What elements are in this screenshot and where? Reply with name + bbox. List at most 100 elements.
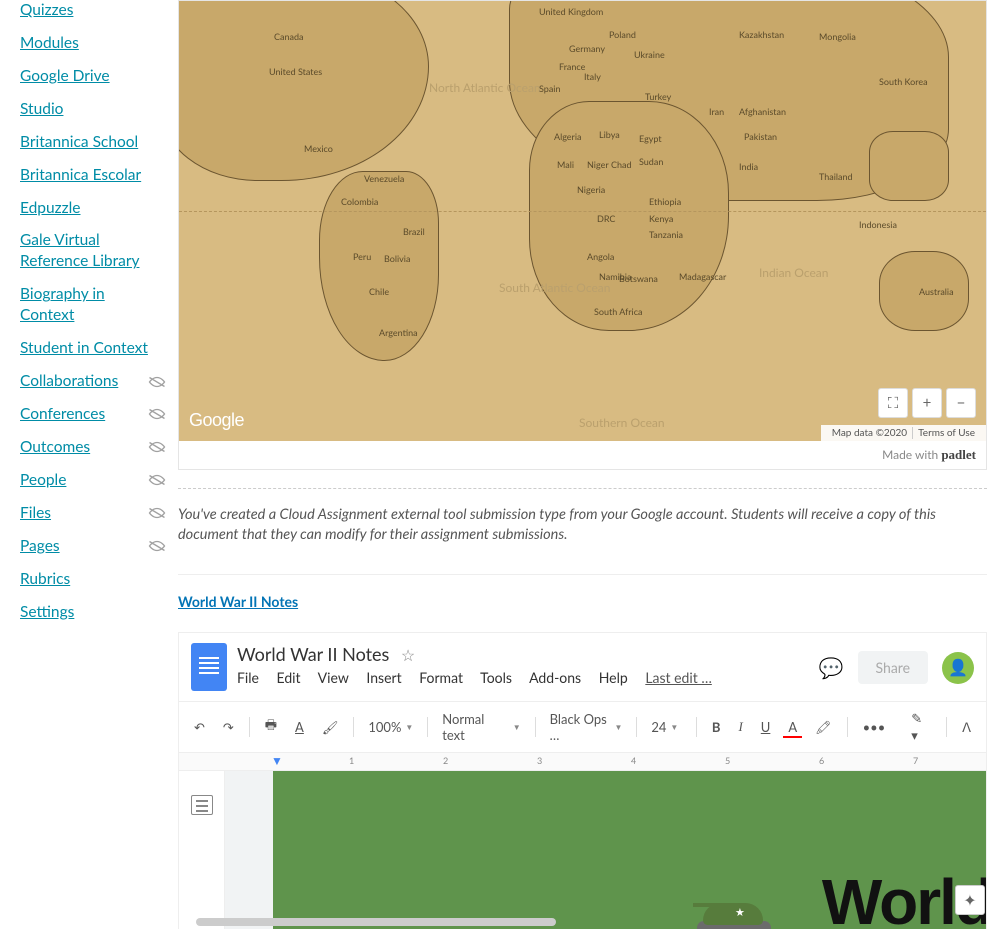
collapse-toolbar-icon[interactable]: ᐱ	[957, 716, 976, 739]
country-label: Italy	[584, 71, 601, 82]
sidebar-item-pages[interactable]: Pages	[20, 536, 60, 557]
sidebar-item-people[interactable]: People	[20, 470, 66, 491]
ocean-label: South Atlantic Ocean	[499, 281, 610, 295]
outline-icon	[191, 795, 213, 815]
more-button[interactable]: •••	[858, 716, 891, 738]
feedback-button[interactable]: ✦	[955, 885, 985, 915]
sidebar-item-britannica-escolar[interactable]: Britannica Escolar	[20, 165, 141, 186]
underline-button[interactable]: U	[756, 716, 776, 738]
editing-mode-button[interactable]: ✎ ▾	[906, 707, 936, 747]
sidebar-item-settings[interactable]: Settings	[20, 602, 74, 623]
terms-link[interactable]: Terms of Use	[912, 427, 980, 439]
country-label: Madagascar	[679, 271, 726, 282]
hidden-icon	[148, 506, 166, 520]
country-label: Peru	[353, 251, 371, 262]
country-label: France	[559, 61, 585, 72]
country-label: Iran	[709, 106, 724, 117]
country-label: Venezuela	[364, 173, 404, 184]
country-label: Chad	[611, 159, 632, 170]
world-map[interactable]: North Atlantic Ocean South Atlantic Ocea…	[179, 1, 986, 441]
style-dropdown[interactable]: Normal text▼	[438, 709, 524, 745]
map-fullscreen-button[interactable]: ⛶	[878, 388, 908, 418]
country-label: Argentina	[379, 327, 418, 338]
italic-button[interactable]: I	[733, 716, 747, 738]
country-label: Brazil	[403, 226, 425, 237]
print-icon[interactable]: 🖶	[260, 713, 282, 741]
padlet-map-embed: North Atlantic Ocean South Atlantic Ocea…	[178, 0, 987, 470]
map-zoom-in-button[interactable]: +	[912, 388, 942, 418]
doc-menubar: File Edit View Insert Format Tools Add-o…	[237, 669, 819, 686]
undo-icon[interactable]: ↶	[189, 716, 210, 739]
last-edit-link[interactable]: Last edit …	[645, 669, 712, 686]
doc-title[interactable]: World War II Notes	[237, 643, 389, 665]
text-color-button[interactable]: A	[783, 716, 802, 738]
country-label: Mongolia	[819, 31, 856, 42]
bold-button[interactable]: B	[707, 716, 726, 738]
country-label: Ukraine	[634, 49, 665, 60]
menu-edit[interactable]: Edit	[277, 669, 301, 686]
country-label: Botswana	[619, 273, 658, 284]
redo-icon[interactable]: ↷	[218, 716, 239, 739]
comments-icon[interactable]: 💬	[819, 656, 844, 680]
horizontal-scrollbar[interactable]	[196, 918, 556, 926]
country-label: Libya	[599, 129, 620, 140]
country-label: Egypt	[639, 133, 662, 144]
country-label: Pakistan	[744, 131, 777, 142]
sidebar-item-studio[interactable]: Studio	[20, 99, 63, 120]
menu-view[interactable]: View	[318, 669, 349, 686]
document-page[interactable]: ★ World	[273, 771, 986, 929]
padlet-brand[interactable]: padlet	[941, 447, 976, 462]
sidebar-item-quizzes[interactable]: Quizzes	[20, 0, 73, 21]
sidebar-item-collaborations[interactable]: Collaborations	[20, 371, 118, 392]
zoom-dropdown[interactable]: 100%▼	[364, 717, 417, 737]
font-size-dropdown[interactable]: 24▼	[647, 717, 686, 737]
divider	[178, 488, 987, 489]
country-label: Bolivia	[384, 253, 410, 264]
menu-insert[interactable]: Insert	[366, 669, 401, 686]
sidebar-item-edpuzzle[interactable]: Edpuzzle	[20, 198, 81, 219]
sidebar-item-google-drive[interactable]: Google Drive	[20, 66, 110, 87]
sidebar-item-biography[interactable]: Biography in Context	[20, 284, 150, 326]
sidebar-item-conferences[interactable]: Conferences	[20, 404, 105, 425]
country-label: United Kingdom	[539, 6, 603, 17]
spellcheck-icon[interactable]: A	[290, 716, 309, 738]
menu-file[interactable]: File	[237, 669, 259, 686]
sidebar-item-rubrics[interactable]: Rubrics	[20, 569, 70, 590]
paint-format-icon[interactable]: 🖌	[317, 716, 344, 739]
menu-help[interactable]: Help	[599, 669, 628, 686]
map-attribution: Map data ©2020Terms of Use	[821, 425, 986, 441]
country-label: DRC	[597, 213, 615, 224]
ocean-label: Southern Ocean	[579, 416, 665, 430]
sidebar-item-gale[interactable]: Gale Virtual Reference Library	[20, 230, 150, 272]
highlight-button[interactable]: 🖍	[810, 716, 837, 739]
country-label: Angola	[587, 251, 614, 262]
document-link[interactable]: World War II Notes	[178, 575, 298, 622]
hidden-icon	[148, 407, 166, 421]
country-label: Thailand	[819, 171, 853, 182]
star-icon[interactable]: ☆	[401, 646, 415, 665]
country-label: Mexico	[304, 143, 333, 154]
user-avatar[interactable]: 👤	[942, 652, 974, 684]
indent-marker-icon[interactable]: ▼	[271, 753, 283, 768]
course-sidebar: Quizzes Modules Google Drive Studio Brit…	[0, 0, 178, 929]
sidebar-item-outcomes[interactable]: Outcomes	[20, 437, 90, 458]
hidden-icon	[148, 440, 166, 454]
hidden-icon	[148, 539, 166, 553]
sidebar-item-student-context[interactable]: Student in Context	[20, 338, 148, 359]
sidebar-item-britannica-school[interactable]: Britannica School	[20, 132, 138, 153]
menu-addons[interactable]: Add-ons	[529, 669, 581, 686]
menu-format[interactable]: Format	[419, 669, 463, 686]
document-outline[interactable]	[179, 771, 225, 929]
country-label: South Korea	[879, 76, 928, 87]
sidebar-item-modules[interactable]: Modules	[20, 33, 79, 54]
country-label: Colombia	[341, 196, 378, 207]
map-zoom-out-button[interactable]: −	[946, 388, 976, 418]
menu-tools[interactable]: Tools	[480, 669, 512, 686]
country-label: Ethiopia	[649, 196, 681, 207]
font-dropdown[interactable]: Black Ops …▼	[546, 709, 627, 745]
ruler[interactable]: ▼ 1 2 3 4 5 6 7	[179, 753, 986, 771]
share-button[interactable]: Share	[858, 651, 928, 684]
tank-illustration: ★	[693, 880, 783, 929]
docs-icon[interactable]	[191, 643, 227, 691]
sidebar-item-files[interactable]: Files	[20, 503, 51, 524]
